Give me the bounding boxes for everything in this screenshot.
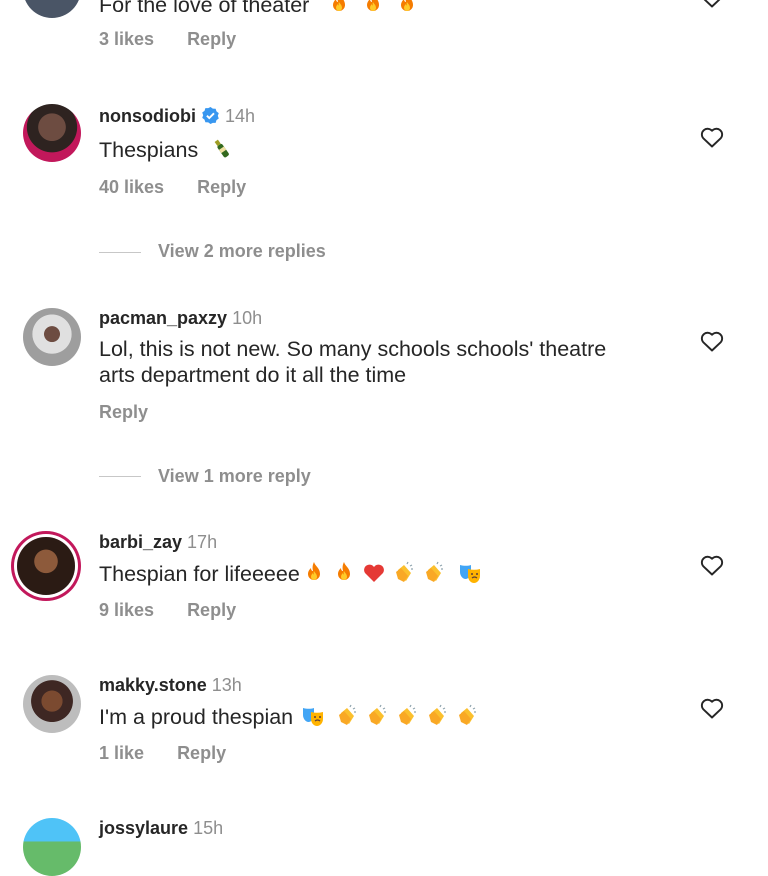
avatar[interactable] [23, 308, 81, 366]
comment-author[interactable]: nonsodiobi 14h [99, 106, 255, 127]
clapping-hands-icon [395, 704, 419, 728]
comment-time: 13h [211, 675, 242, 695]
view-more-replies-button[interactable]: View 1 more reply [158, 466, 311, 487]
like-heart-icon[interactable] [700, 554, 724, 576]
clapping-hands-icon [422, 561, 446, 585]
avatar[interactable] [17, 537, 75, 595]
clapping-hands-icon [425, 704, 449, 728]
performing-arts-icon [301, 704, 325, 728]
fire-icon [361, 0, 385, 16]
like-heart-icon[interactable] [700, 697, 724, 719]
reply-button[interactable]: Reply [197, 177, 246, 197]
comment-time: 15h [193, 818, 224, 838]
likes-count[interactable]: 3 likes [99, 29, 154, 49]
fire-icon [327, 0, 351, 16]
comment-time: 14h [224, 106, 256, 126]
performing-arts-icon [458, 561, 482, 585]
comment-meta: 1 like Reply [99, 743, 254, 764]
clapping-hands-icon [335, 704, 359, 728]
divider [99, 252, 141, 253]
reply-button[interactable]: Reply [177, 743, 226, 763]
comment-author[interactable]: makky.stone 13h [99, 675, 242, 696]
fire-icon [302, 561, 326, 585]
comment-meta: 9 likes Reply [99, 600, 264, 621]
likes-count[interactable]: 9 likes [99, 600, 154, 620]
red-heart-icon [362, 561, 386, 585]
comment-meta: 3 likes Reply [99, 29, 264, 50]
comment-text: Thespian for lifeeeee [99, 561, 482, 587]
comment-time: 10h [232, 308, 263, 328]
comment-author[interactable]: pacman_paxzy 10h [99, 308, 262, 329]
champagne-icon [210, 137, 234, 161]
comment-text-line: Lol, this is not new. So many schools sc… [99, 337, 607, 361]
reply-button[interactable]: Reply [187, 29, 236, 49]
avatar[interactable] [23, 104, 81, 162]
like-heart-icon[interactable] [700, 330, 724, 352]
comment-text: Thespians [99, 137, 234, 163]
clapping-hands-icon [365, 704, 389, 728]
fire-icon [395, 0, 419, 16]
fire-icon [332, 561, 356, 585]
reply-button[interactable]: Reply [187, 600, 236, 620]
clapping-hands-icon [455, 704, 479, 728]
comment-text-line: arts department do it all the time [99, 363, 407, 387]
clapping-hands-icon [392, 561, 416, 585]
verified-badge-icon [202, 106, 219, 125]
comment-meta: 40 likes Reply [99, 177, 274, 198]
view-more-replies-button[interactable]: View 2 more replies [158, 241, 326, 262]
avatar[interactable] [23, 818, 81, 876]
like-heart-icon[interactable] [700, 0, 724, 8]
comment-text: I'm a proud thespian [99, 704, 479, 730]
comment-author[interactable]: jossylaure 15h [99, 818, 223, 839]
likes-count[interactable]: 40 likes [99, 177, 164, 197]
like-heart-icon[interactable] [700, 126, 724, 148]
reply-button[interactable]: Reply [99, 402, 148, 422]
comment-meta: Reply [99, 402, 176, 423]
avatar[interactable] [23, 0, 81, 18]
comment-author[interactable]: barbi_zay 17h [99, 532, 217, 553]
avatar[interactable] [23, 675, 81, 733]
divider [99, 476, 141, 477]
comment-time: 17h [187, 532, 218, 552]
likes-count[interactable]: 1 like [99, 743, 144, 763]
comment-text: For the love of theater [99, 0, 419, 18]
